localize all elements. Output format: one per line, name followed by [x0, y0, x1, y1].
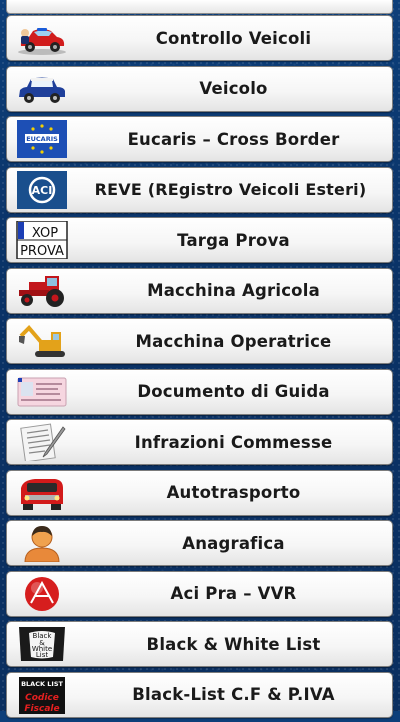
- menu-item-eucaris[interactable]: EUCARIS Eucaris – Cross Border: [6, 116, 393, 162]
- menu-item-aci-pra-vvr[interactable]: Aci Pra – VVR: [6, 570, 393, 617]
- mini-car-icon: [15, 70, 69, 108]
- truck-icon: [15, 474, 69, 512]
- menu-item-label: Veicolo: [199, 79, 268, 98]
- aci-logo-icon: ACI: [15, 170, 69, 209]
- menu-item-documento-guida[interactable]: Documento di Guida: [6, 368, 393, 415]
- aci-pra-icon: [15, 575, 69, 613]
- menu-item-label: Macchina Agricola: [147, 281, 320, 300]
- plate-prova-icon: XOP PROVA: [15, 221, 69, 259]
- bw-icon-text-4: List: [36, 651, 48, 659]
- driving-license-icon: [15, 373, 69, 411]
- menu-item-infrazioni-commesse[interactable]: Infrazioni Commesse: [6, 419, 393, 465]
- police-car-icon: [15, 19, 69, 57]
- menu-item-label: Macchina Operatrice: [135, 331, 332, 351]
- menu-item-label: Autotrasporto: [166, 483, 301, 502]
- menu-item-label: Infrazioni Commesse: [134, 432, 333, 452]
- document-pen-icon: [15, 423, 69, 461]
- partial-menu-item-top[interactable]: [6, 0, 393, 14]
- menu-item-label: Black-List C.F & P.IVA: [132, 685, 335, 704]
- eucaris-flag-icon: EUCARIS: [15, 120, 69, 158]
- main-menu: Controllo Veicoli Veicolo EUCARIS Eucari…: [6, 0, 393, 722]
- plate-bottom-text: PROVA: [20, 244, 64, 259]
- menu-item-veicolo[interactable]: Veicolo: [6, 65, 393, 112]
- aci-icon-text: ACI: [32, 184, 53, 197]
- black-white-list-icon: Black & White List: [15, 625, 69, 663]
- menu-item-targa-prova[interactable]: XOP PROVA Targa Prova: [6, 217, 393, 263]
- menu-item-label: REVE (REgistro Veicoli Esteri): [94, 180, 367, 199]
- menu-item-macchina-operatrice[interactable]: Macchina Operatrice: [6, 318, 393, 364]
- black-list-cf-icon: BLACK LIST Codice Fiscale: [15, 676, 69, 714]
- menu-item-label: Anagrafica: [182, 533, 285, 553]
- menu-item-controllo-veicoli[interactable]: Controllo Veicoli: [6, 15, 393, 61]
- menu-item-black-white-list[interactable]: Black & White List Black & White List: [6, 621, 393, 667]
- menu-item-macchina-agricola[interactable]: Macchina Agricola: [6, 267, 393, 314]
- menu-item-label: Controllo Veicoli: [155, 28, 312, 48]
- blcf-icon-text-1: BLACK LIST: [21, 680, 63, 688]
- menu-item-label: Eucaris – Cross Border: [127, 129, 340, 149]
- menu-item-anagrafica[interactable]: Anagrafica: [6, 520, 393, 566]
- excavator-icon: [15, 322, 69, 360]
- eucaris-icon-text: EUCARIS: [26, 135, 58, 143]
- menu-item-label: Targa Prova: [177, 230, 290, 250]
- menu-item-label: Aci Pra – VVR: [170, 584, 297, 603]
- blcf-icon-text-2: Codice: [25, 693, 59, 703]
- plate-top-text: XOP: [32, 226, 58, 241]
- tractor-icon: [15, 272, 69, 310]
- menu-item-label: Black & White List: [146, 634, 321, 654]
- blcf-icon-text-3: Fiscale: [24, 704, 59, 714]
- menu-item-reve[interactable]: ACI REVE (REgistro Veicoli Esteri): [6, 166, 393, 213]
- menu-item-autotrasporto[interactable]: Autotrasporto: [6, 469, 393, 516]
- person-icon: [15, 524, 69, 562]
- menu-item-label: Documento di Guida: [137, 382, 330, 401]
